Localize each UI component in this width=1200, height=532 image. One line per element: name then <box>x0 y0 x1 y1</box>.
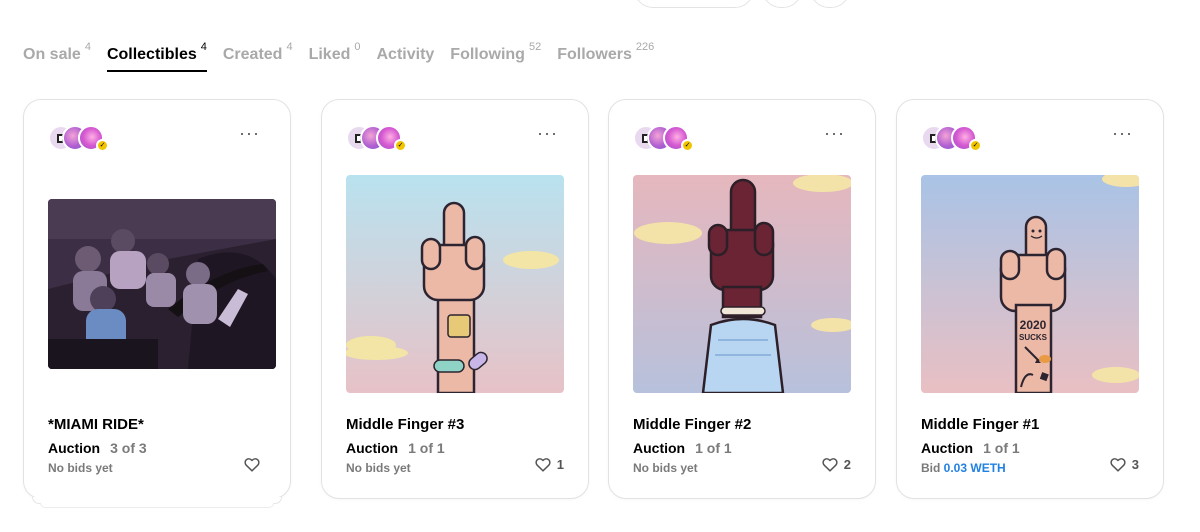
tab-label: Following <box>450 46 525 63</box>
tab-label: On sale <box>23 46 81 63</box>
tab-label: Created <box>222 46 283 63</box>
heart-outline-icon <box>244 458 260 472</box>
tab-label: Liked <box>308 46 351 63</box>
more-options-icon[interactable]: ··· <box>537 124 558 142</box>
collectible-card[interactable]: ✓ ··· 2020 SUCKS Middle Finger #1 Auctio… <box>896 99 1164 499</box>
creator-owner-avatars[interactable]: ✓ <box>921 125 985 153</box>
tab-count: 0 <box>354 41 361 53</box>
tab-following[interactable]: Following 52 <box>450 41 542 72</box>
verified-badge-icon: ✓ <box>969 139 982 152</box>
collectible-card[interactable]: ✓ ··· Middle Finger #2 Auction 1 of 1 No… <box>608 99 876 499</box>
item-title[interactable]: Middle Finger #2 <box>633 416 751 433</box>
creator-owner-avatars[interactable]: ✓ <box>346 125 410 153</box>
heart-outline-icon <box>535 458 551 472</box>
middle-finger-3-artwork[interactable] <box>346 175 564 393</box>
heart-outline-icon <box>822 458 838 472</box>
tab-count: 226 <box>635 41 655 53</box>
like-count: 3 <box>1131 457 1139 472</box>
top-icon-button[interactable] <box>762 0 802 8</box>
sale-info: Auction 1 of 1 <box>346 440 445 456</box>
item-title[interactable]: *MIAMI RIDE* <box>48 416 144 433</box>
tab-label: Collectibles <box>106 46 197 63</box>
more-options-icon[interactable]: ··· <box>824 124 845 142</box>
profile-tabs: On sale 4 Collectibles 4 Created 4 Liked 0 A… <box>23 41 670 72</box>
creator-owner-avatars[interactable]: ✓ <box>48 125 112 153</box>
verified-badge-icon: ✓ <box>681 139 694 152</box>
miami-ride-artwork[interactable] <box>48 199 276 369</box>
like-button[interactable]: 1 <box>535 457 564 472</box>
bid-status: Bid 0.03 WETH <box>921 461 1006 475</box>
more-options-icon[interactable]: ··· <box>239 124 260 142</box>
middle-finger-1-artwork[interactable]: 2020 SUCKS <box>921 175 1139 393</box>
edition-count: 1 of 1 <box>408 440 445 456</box>
tab-activity[interactable]: Activity <box>377 44 435 72</box>
bid-label: No bids yet <box>633 461 698 475</box>
tattoo-year: 2020 <box>1020 318 1047 332</box>
sale-type: Auction <box>921 440 974 456</box>
sale-info: Auction 3 of 3 <box>48 440 147 456</box>
bid-status: No bids yet <box>346 461 411 475</box>
like-button[interactable]: 2 <box>822 457 851 472</box>
bid-label: Bid <box>921 461 944 475</box>
top-icon-button[interactable] <box>810 0 850 8</box>
tab-liked[interactable]: Liked 0 <box>308 41 361 72</box>
sale-type: Auction <box>346 440 399 456</box>
edition-count: 1 of 1 <box>983 440 1020 456</box>
like-button[interactable] <box>244 457 266 472</box>
bid-status: No bids yet <box>48 461 113 475</box>
tab-followers[interactable]: Followers 226 <box>557 41 655 72</box>
creator-owner-avatars[interactable]: ✓ <box>633 125 697 153</box>
item-title[interactable]: Middle Finger #1 <box>921 416 1039 433</box>
bid-status: No bids yet <box>633 461 698 475</box>
tattoo-word: SUCKS <box>1019 333 1048 342</box>
tab-count: 4 <box>84 41 91 53</box>
item-title[interactable]: Middle Finger #3 <box>346 416 464 433</box>
collectible-card[interactable]: ✓ ··· *MIAMI RIDE* Auction 3 of 3 No bid… <box>23 99 291 508</box>
edition-count: 3 of 3 <box>110 440 147 456</box>
heart-outline-icon <box>1110 458 1126 472</box>
more-options-icon[interactable]: ··· <box>1112 124 1133 142</box>
tab-created[interactable]: Created 4 <box>222 41 293 72</box>
like-count: 2 <box>843 457 851 472</box>
bid-price: 0.03 WETH <box>943 461 1006 475</box>
tab-label: Activity <box>376 46 435 63</box>
verified-badge-icon: ✓ <box>96 139 109 152</box>
top-action-button[interactable] <box>634 0 754 8</box>
bid-label: No bids yet <box>346 461 411 475</box>
sale-type: Auction <box>633 440 686 456</box>
collectible-card[interactable]: ✓ ··· Middle Finger #3 Auction 1 of 1 No… <box>321 99 589 499</box>
tab-on-sale[interactable]: On sale 4 <box>23 41 91 72</box>
tab-label: Followers <box>557 46 632 63</box>
edition-count: 1 of 1 <box>695 440 732 456</box>
tab-collectibles[interactable]: Collectibles 4 <box>106 41 207 72</box>
sale-type: Auction <box>48 440 101 456</box>
middle-finger-2-artwork[interactable] <box>633 175 851 393</box>
tab-count: 4 <box>286 41 293 53</box>
like-count: 1 <box>556 457 564 472</box>
tab-count: 52 <box>528 41 542 53</box>
sale-info: Auction 1 of 1 <box>921 440 1020 456</box>
bid-label: No bids yet <box>48 461 113 475</box>
sale-info: Auction 1 of 1 <box>633 440 732 456</box>
like-button[interactable]: 3 <box>1110 457 1139 472</box>
verified-badge-icon: ✓ <box>394 139 407 152</box>
tab-count: 4 <box>200 41 207 53</box>
